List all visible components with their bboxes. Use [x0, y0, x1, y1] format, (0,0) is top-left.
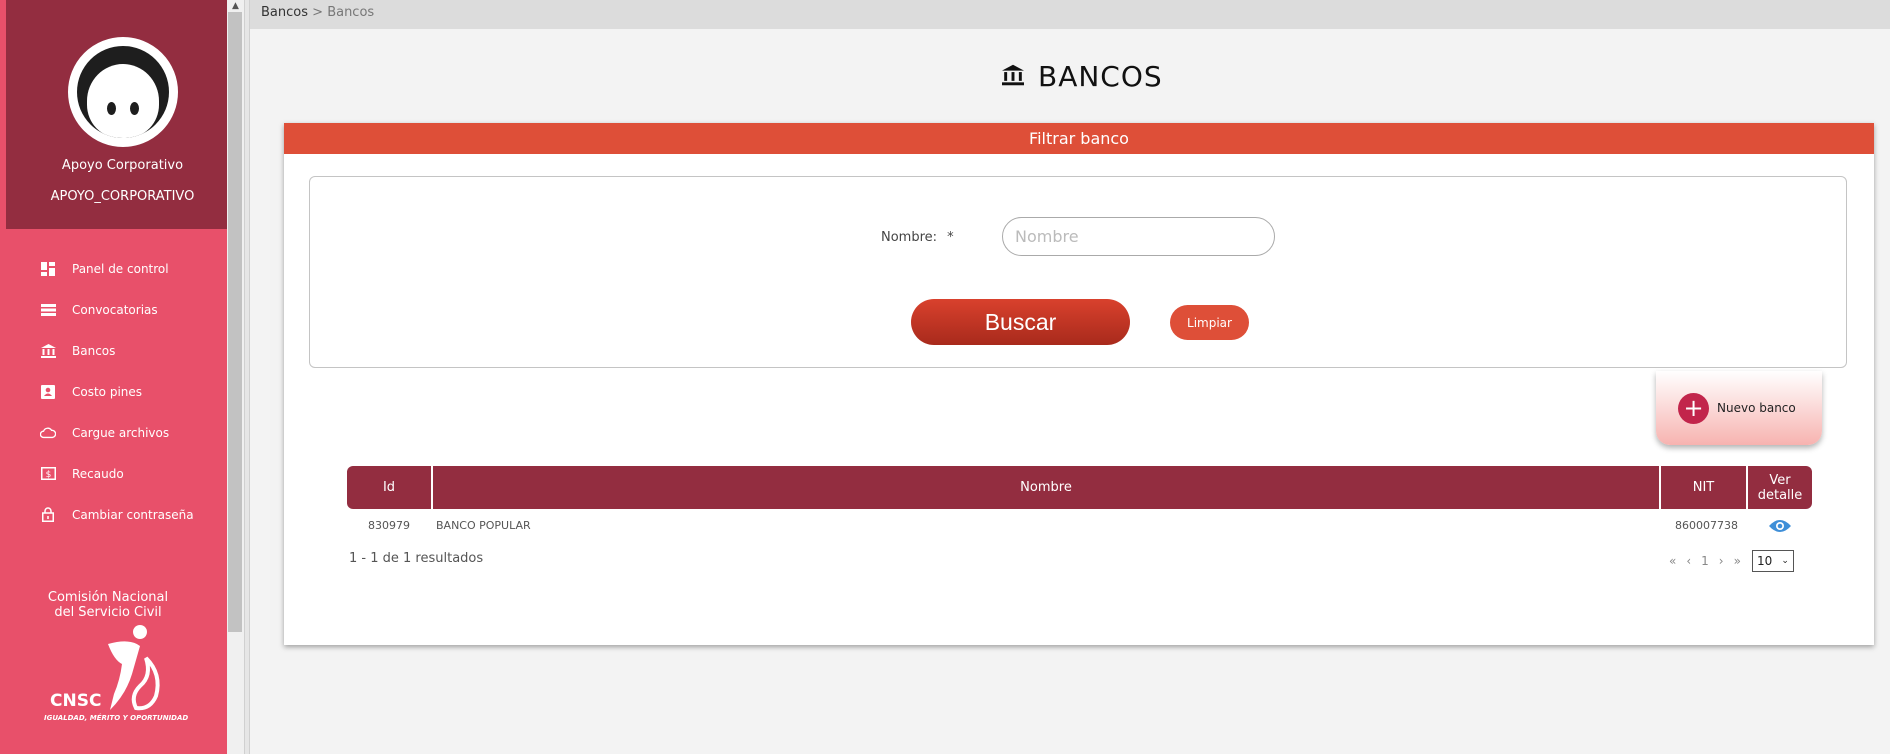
pane-divider[interactable] [244, 0, 250, 754]
bank-icon [40, 343, 56, 359]
lock-icon [40, 507, 56, 523]
sidebar-item-label: Convocatorias [72, 302, 158, 317]
contact-card-icon [40, 384, 56, 400]
column-header-id[interactable]: Id [347, 466, 431, 509]
sidebar-item-recaudo[interactable]: $ Recaudo [6, 453, 227, 494]
breadcrumb-current: Bancos [327, 5, 375, 20]
nombre-label: Nombre: * [881, 230, 954, 245]
sidebar-item-bancos[interactable]: Bancos [6, 330, 227, 371]
dollar-bill-icon: $ [40, 466, 56, 482]
dashboard-icon [40, 261, 56, 277]
breadcrumb-separator: > [312, 5, 324, 20]
logo-tagline: IGUALDAD, MÉRITO Y OPORTUNIDAD [44, 714, 189, 722]
cell-id: 830979 [368, 519, 410, 532]
search-button[interactable]: Buscar [911, 299, 1130, 345]
sidebar-item-convocatorias[interactable]: Convocatorias [6, 289, 227, 330]
chevron-down-icon: ⌄ [1781, 556, 1789, 566]
page-size-select[interactable]: 10 ⌄ [1751, 550, 1794, 572]
sidebar: Apoyo Corporativo APOYO_CORPORATIVO Pane… [0, 0, 227, 754]
scrollbar-thumb[interactable] [228, 12, 242, 632]
cnsc-figure-icon [108, 625, 160, 711]
profile-name: Apoyo Corporativo [61, 158, 184, 173]
new-bank-button[interactable]: + Nuevo banco [1656, 371, 1822, 445]
page-title: BANCOS [1002, 60, 1163, 93]
filter-form: Nombre: * Buscar Limpiar [309, 176, 1847, 368]
top-bar: Bancos > Bancos [250, 0, 1890, 29]
cell-nombre: BANCO POPULAR [436, 519, 531, 532]
plus-icon: + [1678, 392, 1709, 424]
sidebar-item-panel-de-control[interactable]: Panel de control [6, 248, 227, 289]
logo-title-line1: Comisión Nacional [47, 590, 169, 605]
filter-panel: Filtrar banco Nombre: * Buscar Limpiar +… [284, 123, 1874, 645]
sidebar-item-label: Cargue archivos [72, 425, 170, 440]
table-row: 830979 BANCO POPULAR 860007738 [347, 515, 1812, 539]
current-page[interactable]: 1 [1701, 554, 1709, 568]
sidebar-scrollbar[interactable]: ▲ [227, 0, 244, 754]
next-page-icon[interactable]: › [1719, 554, 1724, 568]
last-page-icon[interactable]: » [1734, 554, 1741, 568]
sidebar-item-cambiar-contrasena[interactable]: Cambiar contraseña [6, 494, 227, 535]
cloud-upload-icon [40, 425, 56, 441]
results-summary: 1 - 1 de 1 resultados [349, 551, 484, 566]
column-header-nit[interactable]: NIT [1661, 466, 1746, 509]
pagination: « ‹ 1 › » 10 ⌄ [1664, 550, 1794, 572]
bank-icon [1002, 64, 1024, 90]
column-header-ver-detalle: Ver detalle [1748, 466, 1812, 509]
avatar [68, 37, 178, 147]
logo-title-line2: del Servicio Civil [54, 605, 162, 620]
svg-text:$: $ [45, 470, 51, 480]
first-page-icon[interactable]: « [1669, 554, 1676, 568]
sidebar-item-costo-pines[interactable]: Costo pines [6, 371, 227, 412]
user-profile: Apoyo Corporativo APOYO_CORPORATIVO [6, 0, 227, 229]
required-mark: * [947, 230, 954, 245]
cell-nit: 860007738 [1675, 519, 1738, 532]
nombre-label-text: Nombre: [881, 230, 938, 245]
page-size-value: 10 [1756, 554, 1773, 568]
list-icon [40, 302, 56, 318]
sidebar-item-label: Costo pines [72, 384, 143, 399]
breadcrumb-root[interactable]: Bancos [261, 5, 308, 20]
panel-header: Filtrar banco [284, 123, 1874, 154]
sidebar-item-label: Panel de control [72, 261, 169, 276]
sidebar-item-label: Recaudo [72, 466, 124, 481]
column-header-nombre[interactable]: Nombre [433, 466, 1659, 509]
sidebar-menu: Panel de control Convocatorias Bancos Co… [6, 248, 227, 535]
prev-page-icon[interactable]: ‹ [1686, 554, 1691, 568]
nombre-input[interactable] [1002, 217, 1275, 256]
sidebar-item-label: Cambiar contraseña [72, 507, 194, 522]
logo-acronym: CNSC [50, 691, 102, 711]
view-detail-eye-icon[interactable] [1768, 518, 1798, 536]
table-header: Id Nombre NIT Ver detalle [347, 466, 1812, 509]
scroll-up-arrow-icon[interactable]: ▲ [227, 0, 244, 12]
breadcrumb: Bancos > Bancos [261, 5, 374, 20]
clear-button[interactable]: Limpiar [1170, 305, 1249, 340]
new-bank-label: Nuevo banco [1717, 401, 1796, 415]
cnsc-logo: Comisión Nacional del Servicio Civil CNS… [40, 590, 190, 730]
page-title-text: BANCOS [1038, 60, 1163, 93]
profile-role: APOYO_CORPORATIVO [50, 189, 195, 204]
sidebar-item-label: Bancos [72, 343, 116, 358]
sidebar-item-cargue-archivos[interactable]: Cargue archivos [6, 412, 227, 453]
